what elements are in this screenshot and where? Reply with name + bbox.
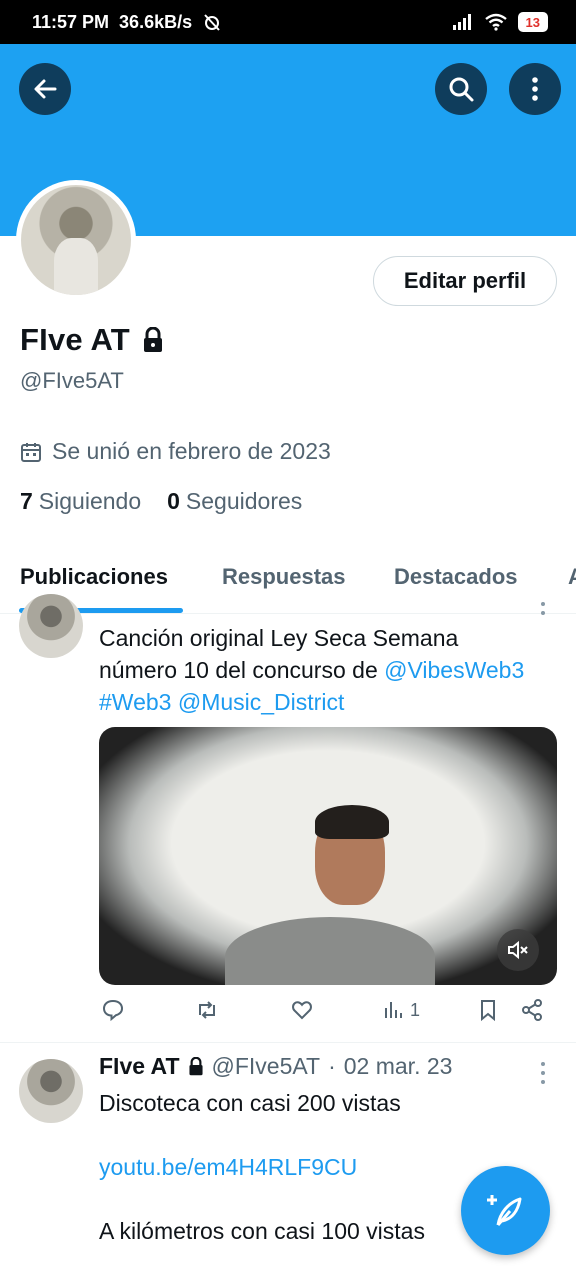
tweet-text-line: Canción original Ley Seca Semana xyxy=(99,625,459,651)
follow-stats: 7 Siguiendo 0 Seguidores xyxy=(20,488,302,515)
compose-button[interactable] xyxy=(461,1166,550,1255)
back-button[interactable] xyxy=(19,63,71,115)
video-person-body xyxy=(225,917,435,985)
share-button[interactable] xyxy=(520,998,544,1022)
reply-button[interactable] xyxy=(101,998,125,1022)
joined-date: Se unió en febrero de 2023 xyxy=(20,438,331,465)
tweet-text: Discoteca con casi 200 vistas youtu.be/e… xyxy=(99,1087,459,1247)
bookmark-icon xyxy=(481,1000,495,1022)
tab-publicaciones[interactable]: Publicaciones xyxy=(20,564,168,590)
bookmark-button[interactable] xyxy=(476,998,500,1022)
following-link[interactable]: 7 Siguiendo xyxy=(20,488,141,515)
views-count: 1 xyxy=(410,999,421,1020)
tweet-header: FIve AT @FIve5AT · 02 mar. 23 xyxy=(99,1053,452,1080)
tweet-avatar[interactable] xyxy=(19,594,83,658)
profile-tabs: Publicaciones Respuestas Destacados A xyxy=(0,552,576,614)
retweet-icon xyxy=(199,1001,215,1019)
more-vertical-icon xyxy=(532,77,538,101)
edit-profile-button[interactable]: Editar perfil xyxy=(373,256,557,306)
tab-next[interactable]: A xyxy=(568,564,576,590)
compose-icon xyxy=(486,1194,521,1226)
mention-link[interactable]: @Music_District xyxy=(178,689,344,715)
tweet-text-line: A kilómetros con casi 100 vistas xyxy=(99,1218,425,1244)
tweet-video[interactable] xyxy=(99,727,557,985)
tweet-text: Canción original Ley Seca Semana número … xyxy=(99,622,559,718)
like-icon xyxy=(292,1001,312,1020)
followers-label: Seguidores xyxy=(185,488,303,514)
profile-avatar[interactable] xyxy=(16,180,136,300)
signal-icon xyxy=(452,14,471,30)
avatar-photo xyxy=(21,185,131,295)
battery-level: 13 xyxy=(525,14,540,30)
status-bar: 11:57 PM 36.6kB/s 13 xyxy=(0,0,576,44)
status-network-speed: 36.6kB/s xyxy=(119,11,193,32)
tweet-avatar[interactable] xyxy=(19,1059,83,1123)
reply-icon xyxy=(102,999,124,1022)
profile-handle: @FIve5AT xyxy=(20,368,124,393)
tweet-meta-separator: · xyxy=(328,1053,336,1079)
external-link[interactable]: youtu.be/em4H4RLF9CU xyxy=(99,1151,459,1183)
lock-icon xyxy=(143,327,162,352)
tweet-more-button[interactable] xyxy=(539,602,547,615)
joined-text: Se unió en febrero de 2023 xyxy=(52,438,331,464)
search-button[interactable] xyxy=(435,63,487,115)
like-button[interactable] xyxy=(290,998,314,1022)
tweet-text-fragment: número 10 del concurso de xyxy=(99,657,385,683)
following-count: 7 xyxy=(20,488,33,514)
tweet-text-line: número 10 del concurso de @VibesWeb3 xyxy=(99,654,559,686)
tab-respuestas[interactable]: Respuestas xyxy=(222,564,346,590)
views-button[interactable]: 1 xyxy=(382,998,420,1022)
followers-count: 0 xyxy=(167,488,180,514)
hashtag-link[interactable]: #Web3 xyxy=(99,689,171,715)
tweet-text-line: #Web3 @Music_District xyxy=(99,686,559,718)
profile-name-row: FIve AT xyxy=(20,322,164,358)
calendar-icon xyxy=(21,442,41,462)
tweet-more-button[interactable] xyxy=(539,1062,547,1084)
views-icon xyxy=(385,1002,402,1018)
status-time: 11:57 PM xyxy=(32,11,110,32)
followers-link[interactable]: 0 Seguidores xyxy=(167,488,302,515)
tweet-author-name[interactable]: FIve AT xyxy=(99,1053,180,1080)
following-label: Siguiendo xyxy=(38,488,142,514)
share-icon xyxy=(522,999,542,1021)
tweet-date: 02 mar. 23 xyxy=(343,1053,453,1079)
tweet-author-handle[interactable]: @FIve5AT xyxy=(212,1053,321,1080)
lock-icon xyxy=(188,1057,203,1076)
search-icon xyxy=(449,77,474,102)
video-person-hair xyxy=(315,805,389,839)
tweet-actions: 1 xyxy=(99,998,555,1030)
mute-button[interactable] xyxy=(497,929,539,971)
alarm-off-icon xyxy=(204,14,220,31)
more-options-button[interactable] xyxy=(509,63,561,115)
retweet-button[interactable] xyxy=(195,998,219,1022)
tab-destacados[interactable]: Destacados xyxy=(394,564,518,590)
wifi-icon xyxy=(484,13,507,31)
tweet-divider xyxy=(0,1042,576,1043)
mention-link[interactable]: @VibesWeb3 xyxy=(384,657,524,683)
tweet-text-line: Discoteca con casi 200 vistas xyxy=(99,1090,401,1116)
battery-indicator: 13 xyxy=(517,12,548,32)
back-arrow-icon xyxy=(34,79,57,99)
profile-display-name: FIve AT xyxy=(20,322,130,357)
mute-icon xyxy=(508,940,528,960)
